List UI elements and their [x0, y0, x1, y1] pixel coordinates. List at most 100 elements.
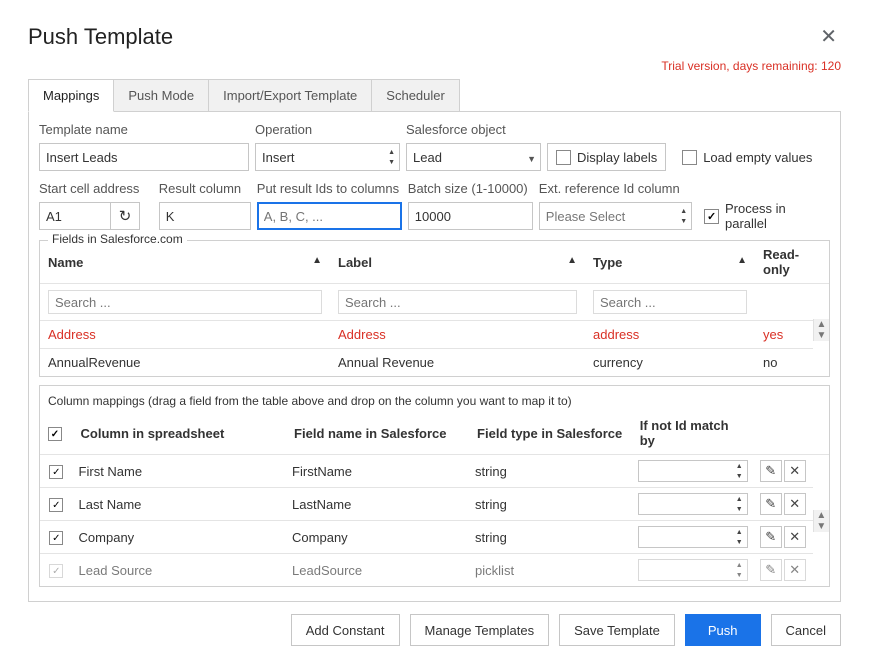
batch-size-label: Batch size (1-10000)	[408, 181, 533, 196]
remove-icon[interactable]: ✕	[784, 460, 806, 482]
type-value: string	[469, 488, 632, 521]
field-name: AnnualRevenue	[40, 349, 330, 377]
cancel-button[interactable]: Cancel	[771, 614, 841, 646]
scroll-down-icon[interactable]: ▼	[817, 330, 827, 341]
type-value: string	[469, 455, 632, 488]
match-by-select[interactable]	[638, 526, 748, 548]
load-empty-label: Load empty values	[703, 150, 812, 165]
operation-value: Insert	[262, 150, 295, 165]
mapping-row: First Name FirstName string ✎ ✕ ▲ ▼	[40, 455, 829, 488]
tab-bar: Mappings Push Mode Import/Export Templat…	[28, 79, 841, 112]
col-value: First Name	[73, 455, 287, 488]
chevron-down-icon	[527, 150, 536, 165]
mappings-header-row: Column in spreadsheet Field name in Sale…	[40, 412, 829, 455]
sort-icon: ▲	[737, 255, 747, 266]
operation-label: Operation	[255, 122, 400, 137]
process-parallel-checkbox[interactable]	[704, 209, 719, 224]
search-label-input[interactable]	[338, 290, 577, 314]
field-value: FirstName	[286, 455, 469, 488]
col-readonly[interactable]: Read-only	[755, 241, 813, 284]
tab-import-export[interactable]: Import/Export Template	[208, 79, 372, 112]
manage-templates-button[interactable]: Manage Templates	[410, 614, 550, 646]
batch-size-input[interactable]	[408, 202, 533, 230]
display-labels-label: Display labels	[577, 150, 657, 165]
select-all-checkbox[interactable]	[48, 427, 62, 441]
operation-select[interactable]: Insert	[255, 143, 400, 171]
field-label: Address	[330, 321, 585, 349]
row-checkbox[interactable]	[49, 531, 63, 545]
match-by-select[interactable]	[638, 559, 748, 581]
scrollbar[interactable]: ▲ ▼	[813, 510, 829, 532]
sf-object-select[interactable]: Lead	[406, 143, 541, 171]
col-type[interactable]: Type▲	[585, 241, 755, 284]
template-name-input[interactable]	[39, 143, 249, 171]
ext-ref-placeholder: Please Select	[546, 209, 626, 224]
search-name-input[interactable]	[48, 290, 322, 314]
col-label[interactable]: Label▲	[330, 241, 585, 284]
sf-object-label: Salesforce object	[406, 122, 541, 137]
field-type: address	[585, 321, 755, 349]
tab-push-mode[interactable]: Push Mode	[113, 79, 209, 112]
row-checkbox[interactable]	[49, 564, 63, 578]
col-value: Company	[73, 521, 287, 554]
remove-icon[interactable]: ✕	[784, 526, 806, 548]
save-template-button[interactable]: Save Template	[559, 614, 675, 646]
ext-ref-label: Ext. reference Id column	[539, 181, 692, 196]
column-mappings-box: Column mappings (drag a field from the t…	[39, 385, 830, 587]
search-type-input[interactable]	[593, 290, 747, 314]
field-value: LeadSource	[286, 554, 469, 587]
field-label: Annual Revenue	[330, 349, 585, 377]
scroll-down-icon[interactable]: ▼	[816, 521, 826, 532]
scroll-up-icon[interactable]: ▲	[816, 510, 826, 521]
result-col-label: Result column	[159, 181, 251, 196]
process-parallel-label: Process in parallel	[725, 201, 830, 231]
remove-icon[interactable]: ✕	[784, 559, 806, 581]
hdr-match: If not Id match by	[632, 412, 754, 455]
col-value: Lead Source	[73, 554, 287, 587]
mappings-panel: Template name Operation Insert Salesforc…	[28, 111, 841, 602]
edit-icon[interactable]: ✎	[760, 493, 782, 515]
col-value: Last Name	[73, 488, 287, 521]
refresh-icon[interactable]: ↻	[110, 202, 140, 230]
table-row[interactable]: Address Address address yes	[40, 321, 829, 349]
scroll-up-icon[interactable]: ▲	[817, 319, 827, 330]
remove-icon[interactable]: ✕	[784, 493, 806, 515]
field-value: Company	[286, 521, 469, 554]
row-checkbox[interactable]	[49, 465, 63, 479]
push-button[interactable]: Push	[685, 614, 761, 646]
chevron-updown-icon	[680, 206, 687, 226]
dialog-title: Push Template	[28, 24, 173, 50]
col-name[interactable]: Name▲	[40, 241, 330, 284]
field-readonly: yes	[755, 321, 813, 349]
match-by-select[interactable]	[638, 460, 748, 482]
result-col-input[interactable]	[159, 202, 251, 230]
put-result-ids-input[interactable]	[257, 202, 402, 230]
mapping-row: Last Name LastName string ✎ ✕	[40, 488, 829, 521]
start-cell-input[interactable]	[39, 202, 111, 230]
fields-in-salesforce-box: Fields in Salesforce.com Name▲ Label▲ Ty…	[39, 240, 830, 377]
match-by-select[interactable]	[638, 493, 748, 515]
edit-icon[interactable]: ✎	[760, 526, 782, 548]
hdr-column: Column in spreadsheet	[73, 412, 287, 455]
scrollbar[interactable]: ▲ ▼	[813, 319, 829, 341]
table-row[interactable]: AnnualRevenue Annual Revenue currency no	[40, 349, 829, 377]
field-readonly: no	[755, 349, 813, 377]
sf-object-value: Lead	[413, 150, 442, 165]
display-labels-checkbox[interactable]	[556, 150, 571, 165]
fields-search-row: ▲ ▼	[40, 284, 829, 321]
tab-scheduler[interactable]: Scheduler	[371, 79, 460, 112]
row-checkbox[interactable]	[49, 498, 63, 512]
close-icon[interactable]: ✕	[816, 20, 841, 53]
load-empty-checkbox[interactable]	[682, 150, 697, 165]
ext-ref-select[interactable]: Please Select	[539, 202, 692, 230]
edit-icon[interactable]: ✎	[760, 559, 782, 581]
start-cell-label: Start cell address	[39, 181, 153, 196]
type-value: picklist	[469, 554, 632, 587]
tab-mappings[interactable]: Mappings	[28, 79, 114, 112]
chevron-updown-icon	[388, 147, 395, 167]
add-constant-button[interactable]: Add Constant	[291, 614, 400, 646]
edit-icon[interactable]: ✎	[760, 460, 782, 482]
sort-icon: ▲	[567, 255, 577, 266]
template-name-label: Template name	[39, 122, 249, 137]
type-value: string	[469, 521, 632, 554]
